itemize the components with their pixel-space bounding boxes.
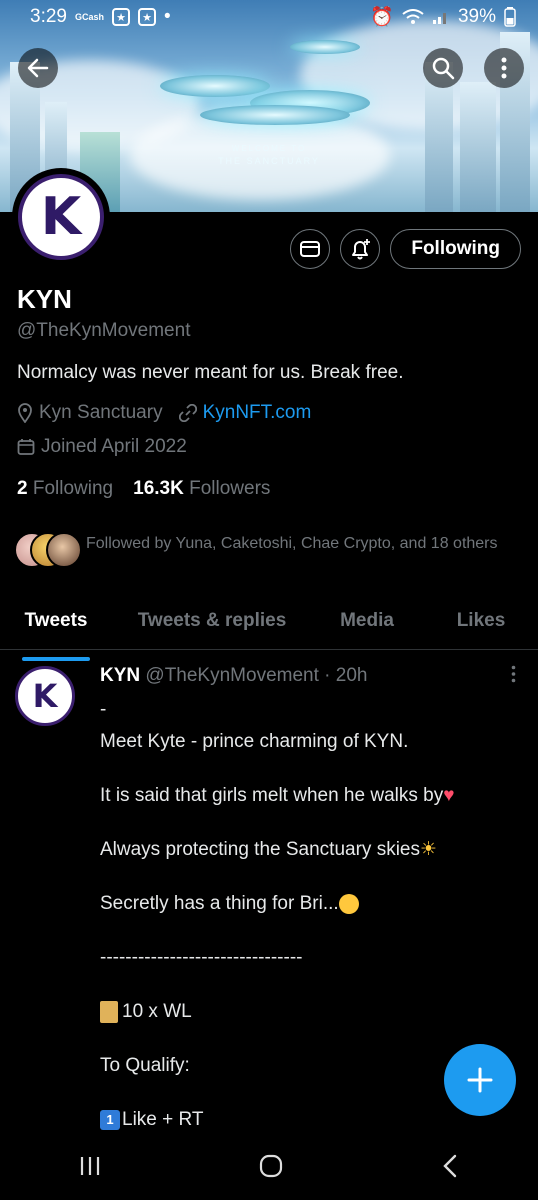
- profile-bio: Normalcy was never meant for us. Break f…: [17, 362, 404, 383]
- profile-actions: Following: [290, 229, 521, 269]
- tweet-line: Meet Kyte - prince charming of KYN.: [100, 731, 409, 752]
- plus-icon: [467, 1067, 493, 1093]
- notifications-button[interactable]: [340, 229, 381, 269]
- location-pin-icon: [18, 403, 32, 423]
- follow-counts: 2 Following 16.3K Followers: [17, 478, 270, 500]
- following-label: Following: [32, 478, 114, 499]
- tweet-author-name[interactable]: KYN: [100, 665, 140, 686]
- tweet-author-handle: @TheKynMovement: [145, 665, 319, 686]
- more-options-button[interactable]: [484, 48, 524, 88]
- tweet-line: -: [100, 699, 107, 720]
- profile-name: KYN: [17, 284, 72, 314]
- back-button[interactable]: [18, 48, 58, 88]
- wink-emoji-icon: [338, 893, 359, 914]
- following-button[interactable]: Following: [390, 229, 521, 269]
- system-navigation-bar: [0, 1137, 538, 1200]
- following-count: 2: [17, 478, 28, 499]
- profile-location: Kyn Sanctuary: [39, 402, 163, 423]
- profile-avatar[interactable]: K: [12, 168, 110, 266]
- battery-level: 39%: [457, 6, 496, 27]
- tweet-line-skies: Always protecting the Sanctuary skies☀: [100, 839, 438, 860]
- keycap-one-icon: 1: [100, 1109, 120, 1130]
- calendar-icon: [17, 439, 35, 455]
- vertical-dots-icon: [511, 665, 516, 683]
- recent-apps-icon: [80, 1157, 99, 1175]
- envelope-icon: [300, 241, 321, 257]
- following-count-link[interactable]: 2 Following: [17, 478, 113, 500]
- home-icon: [259, 1154, 283, 1178]
- status-bar: 3:29 GCash ★ ★ • ⏰ 39%: [0, 0, 538, 34]
- profile-meta-joined: Joined April 2022: [17, 436, 187, 458]
- search-icon: [432, 57, 455, 80]
- tweet-more-button[interactable]: [511, 665, 516, 689]
- status-time: 3:29: [30, 6, 67, 27]
- followed-by-text: Followed by Yuna, Caketoshi, Chae Crypto…: [86, 535, 498, 552]
- vertical-dots-icon: [501, 57, 507, 79]
- app-notification-icon-2: ★: [138, 8, 156, 26]
- profile-meta-location-website: Kyn Sanctuary KynNFT.com: [17, 402, 311, 424]
- more-notifications-dot: •: [164, 6, 171, 27]
- followers-count-link[interactable]: 16.3K Followers: [133, 478, 270, 500]
- battery-icon: [504, 7, 516, 27]
- chevron-left-icon: [443, 1154, 457, 1178]
- tweet-author-avatar[interactable]: K: [15, 666, 75, 726]
- tweet-time: · 20h: [324, 665, 368, 686]
- search-button[interactable]: [423, 48, 463, 88]
- followed-by-row[interactable]: Followed by Yuna, Caketoshi, Chae Crypto…: [14, 532, 524, 568]
- back-arrow-icon: [27, 58, 49, 78]
- system-back-button[interactable]: [441, 1154, 459, 1183]
- follower-avatar: [46, 532, 82, 568]
- profile-tabs: Tweets Tweets & replies Media Likes: [0, 598, 538, 661]
- tweet-line-secret: Secretly has a thing for Bri...: [100, 890, 520, 917]
- heart-emoji-icon: ♥: [443, 785, 455, 806]
- sun-emoji-icon: ☀: [420, 839, 438, 860]
- tweet-line-like-rt: 1 Like + RT: [100, 1106, 520, 1133]
- message-button[interactable]: [290, 229, 331, 269]
- tweet-header: KYN @TheKynMovement · 20h: [100, 665, 367, 687]
- tab-tweets[interactable]: Tweets: [22, 598, 90, 661]
- compose-tweet-button[interactable]: [444, 1044, 516, 1116]
- link-icon: [178, 404, 197, 422]
- home-button[interactable]: [258, 1153, 284, 1184]
- wifi-icon: [402, 9, 424, 24]
- recent-apps-button[interactable]: [79, 1155, 101, 1182]
- tweet-line-wl: 10 x WL: [100, 998, 520, 1025]
- tab-likes[interactable]: Likes: [454, 598, 508, 661]
- profile-joined-date: Joined April 2022: [41, 436, 187, 457]
- banner-title: THE SANCTUARY: [218, 156, 320, 166]
- profile-website-link[interactable]: KynNFT.com: [203, 402, 312, 424]
- gcash-icon: GCash: [74, 12, 104, 22]
- tweet-line-girls: It is said that girls melt when he walks…: [100, 785, 455, 806]
- tweet-avatar-letter: K: [32, 677, 58, 715]
- tweet-divider-line: --------------------------------: [100, 947, 303, 968]
- banner-welcome: WELCOME TO: [231, 144, 307, 153]
- followed-by-avatars: [14, 532, 82, 568]
- app-notification-icon: ★: [112, 8, 130, 26]
- scroll-emoji-icon: [100, 1000, 118, 1023]
- avatar-letter: K: [40, 187, 82, 247]
- alarm-icon: ⏰: [370, 7, 394, 28]
- followers-label: Followers: [189, 478, 271, 499]
- followers-count: 16.3K: [133, 478, 184, 499]
- tab-tweets-replies[interactable]: Tweets & replies: [132, 598, 292, 661]
- signal-icon: [432, 13, 446, 24]
- tab-media[interactable]: Media: [336, 598, 398, 661]
- bell-plus-icon: [352, 239, 371, 260]
- profile-handle: @TheKynMovement: [17, 320, 191, 341]
- avatar-ring: K: [18, 174, 104, 260]
